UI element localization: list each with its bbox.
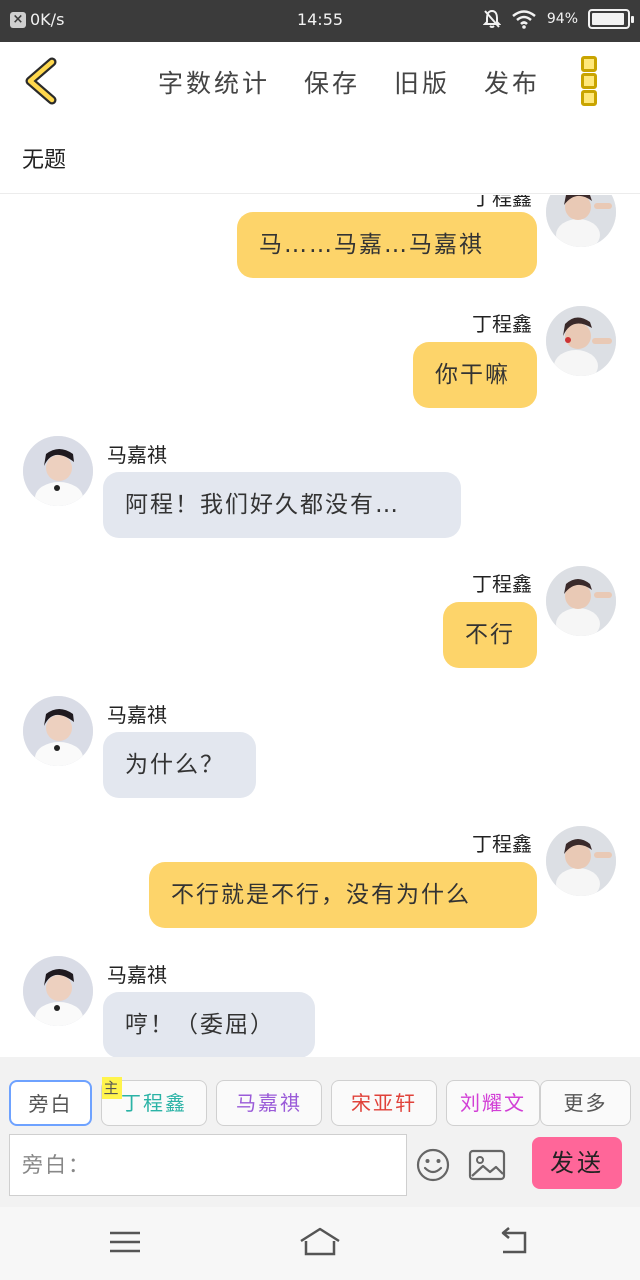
header-nav: 字数统计 保存 旧版 发布 [158,64,540,100]
compose-toolbar: 旁白 主 丁程鑫 马嘉祺 宋亚轩 刘耀文 更多 旁白： 发送 [0,1057,640,1207]
old-version-button[interactable]: 旧版 [394,64,450,100]
avatar[interactable] [23,696,93,766]
status-right: 94% [482,9,634,29]
sender-name: 马嘉祺 [107,443,167,467]
message-bubble[interactable]: 哼！（委屈） [103,992,315,1057]
editor-header: 字数统计 保存 旧版 发布 无题 [0,42,640,194]
sender-name: 丁程鑫 [472,312,532,336]
save-button[interactable]: 保存 [304,64,360,100]
avatar[interactable] [546,306,616,376]
sender-name: 丁程鑫 [472,832,532,856]
menu-icon[interactable] [105,1225,145,1259]
sender-name: 马嘉祺 [107,703,167,727]
more-roles-button[interactable]: 更多 [540,1080,631,1126]
message-bubble[interactable]: 不行就是不行，没有为什么 [149,862,537,928]
avatar[interactable] [546,566,616,636]
avatar[interactable] [23,956,93,1026]
back-icon[interactable] [495,1225,535,1259]
battery-icon [588,9,634,29]
sender-name: 丁程鑫 [472,195,532,210]
sender-name: 马嘉祺 [107,963,167,987]
avatar-image [23,436,93,506]
more-menu-icon[interactable] [578,56,600,106]
emoji-icon[interactable] [415,1147,451,1183]
back-chevron-icon[interactable] [18,56,68,106]
send-button[interactable]: 发送 [532,1137,622,1189]
image-icon[interactable] [468,1149,506,1181]
role-chip-label: 马嘉祺 [236,1091,302,1115]
publish-button[interactable]: 发布 [484,64,540,100]
avatar-image [546,566,616,636]
document-title[interactable]: 无题 [22,142,66,174]
message-bubble[interactable]: 马……马嘉…马嘉祺 [237,212,537,278]
wifi-icon [512,10,536,29]
message-bubble[interactable]: 不行 [443,602,537,668]
role-chip-liu[interactable]: 刘耀文 [446,1080,540,1126]
avatar[interactable] [546,826,616,896]
message-bubble[interactable]: 阿程！我们好久都没有… [103,472,461,538]
status-bar: × 0K/s 14:55 94% [0,0,640,42]
system-nav-bar [0,1207,640,1280]
avatar[interactable] [546,195,616,247]
avatar-image [23,956,93,1026]
sender-name: 丁程鑫 [472,572,532,596]
avatar[interactable] [23,436,93,506]
word-count-button[interactable]: 字数统计 [158,64,270,100]
role-chip-ding[interactable]: 主 丁程鑫 [101,1077,207,1126]
narration-input[interactable]: 旁白： [9,1134,407,1196]
role-chip-label: 丁程鑫 [121,1091,187,1115]
message-bubble[interactable]: 你干嘛 [413,342,537,408]
chat-area[interactable]: 丁程鑫 马……马嘉…马嘉祺 丁程鑫 你干嘛 马嘉祺 阿程！我们好久都没有… 丁程… [0,195,640,1057]
main-role-tag: 主 [102,1077,122,1099]
avatar-image [546,306,616,376]
bell-off-icon [482,9,501,28]
battery-fill [592,13,624,25]
avatar-image [546,826,616,896]
role-chip-song[interactable]: 宋亚轩 [331,1080,437,1126]
battery-percent: 94% [546,11,578,27]
role-chip-label: 刘耀文 [460,1091,526,1115]
role-chip-ma[interactable]: 马嘉祺 [216,1080,322,1126]
role-chip-label: 宋亚轩 [351,1091,417,1115]
role-chip-narration[interactable]: 旁白 [9,1080,92,1126]
avatar-image [546,195,616,247]
message-bubble[interactable]: 为什么？ [103,732,256,798]
avatar-image [23,696,93,766]
home-icon[interactable] [298,1225,342,1259]
